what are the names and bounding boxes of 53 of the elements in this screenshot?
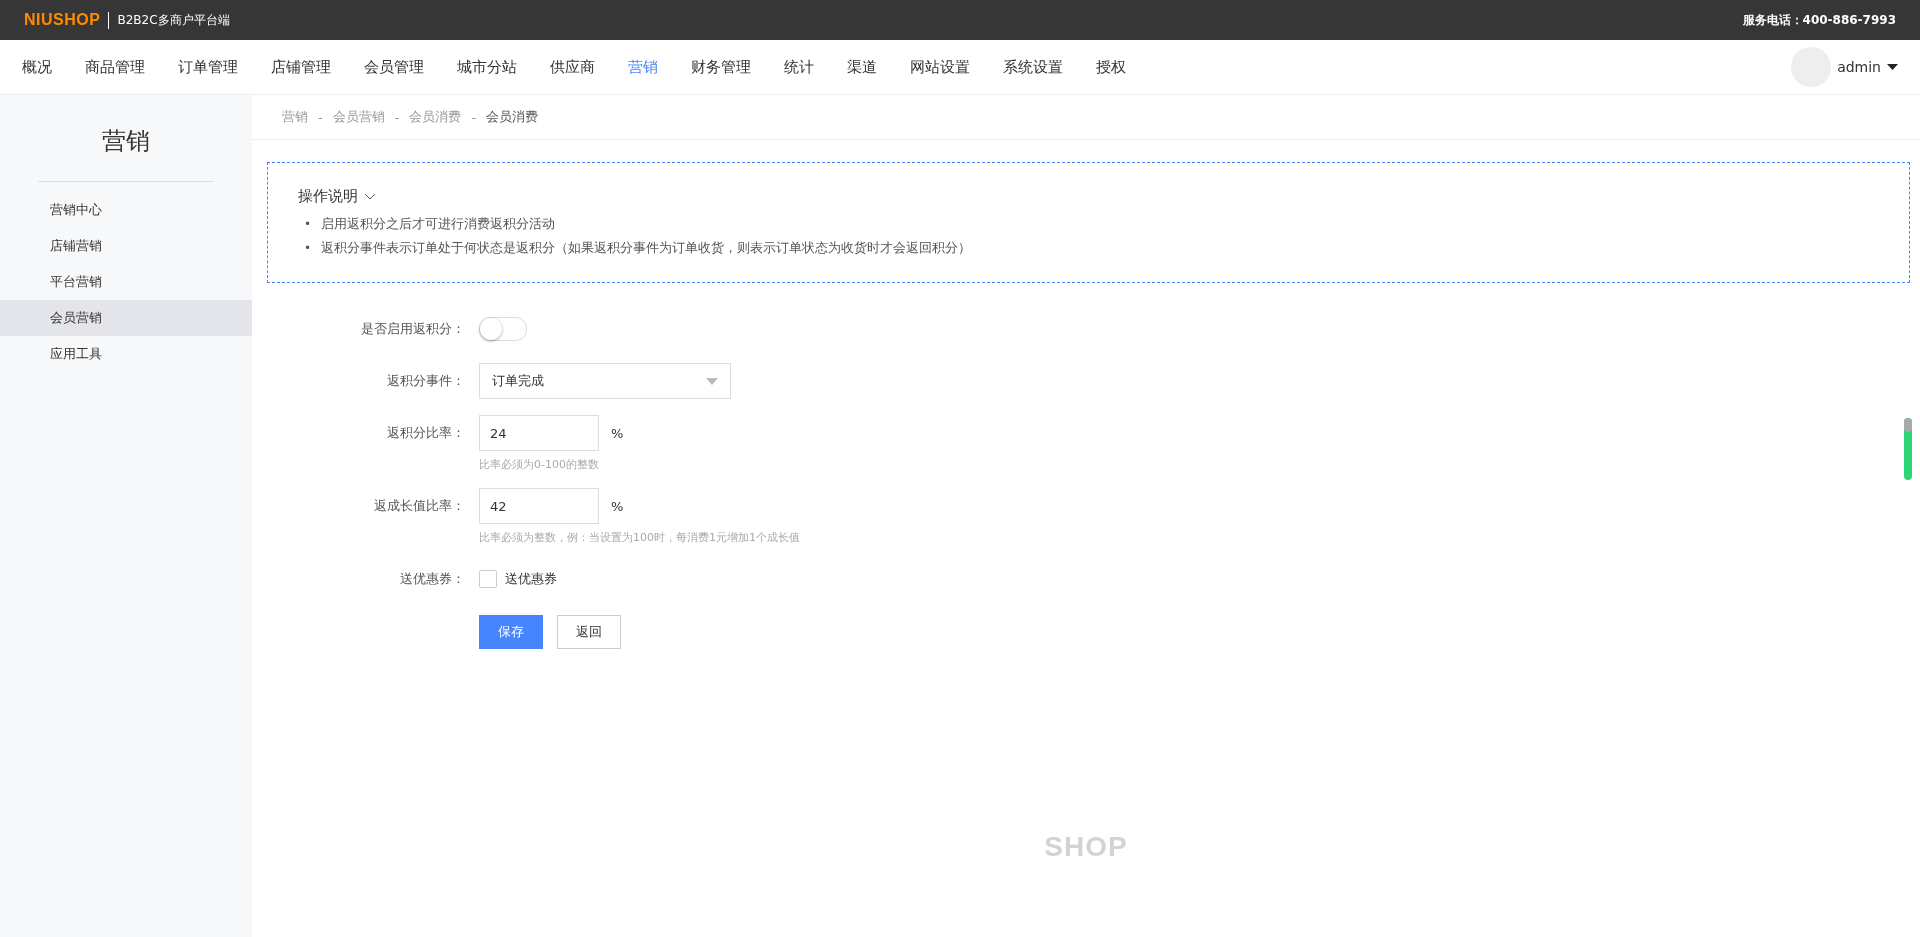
scroll-widget-drawing[interactable] [1904, 418, 1912, 480]
toggle-switch[interactable] [479, 317, 527, 341]
form-label: 是否启用返积分： [360, 320, 466, 338]
nav-item[interactable]: 营销 [628, 57, 658, 77]
breadcrumb-separator: - [318, 109, 323, 125]
nav-item[interactable]: 统计 [784, 57, 814, 77]
sidebar-item[interactable]: 应用工具 [0, 336, 252, 372]
notice-item: 返积分事件表示订单处于何状态是返积分（如果返积分事件为订单收货，则表示订单状态为收货时才会返回积分） [321, 239, 972, 257]
form-label: 返成长值比率： [373, 497, 466, 515]
select-field[interactable]: 订单完成 [479, 363, 731, 399]
logo: NIUSHOP [24, 11, 101, 29]
nav-item[interactable]: 授权 [1096, 57, 1126, 77]
checkbox[interactable] [479, 570, 497, 588]
breadcrumb-separator: - [471, 109, 477, 125]
nav-item[interactable]: 网站设置 [910, 57, 970, 77]
nav-item[interactable]: 供应商 [550, 57, 595, 77]
form-label: 送优惠券： [399, 570, 466, 588]
notice-title[interactable]: 操作说明 [298, 187, 358, 206]
input-field[interactable]: 42 [479, 488, 599, 524]
hint-text: 比率必须为整数，例：当设置为100时，每消费1元增加1个成长值 [479, 530, 800, 545]
sidebar-item[interactable]: 营销中心 [0, 192, 252, 228]
notice-item: 启用返积分之后才可进行消费返积分活动 [321, 215, 556, 233]
breadcrumb-separator: - [394, 109, 400, 125]
hint-text: 比率必须为0-100的整数 [479, 457, 600, 472]
unit-label: % [611, 425, 624, 441]
bullet: • [304, 216, 312, 232]
caret-icon[interactable] [1887, 64, 1898, 70]
nav-item[interactable]: 商品管理 [85, 57, 145, 77]
sidebar-item[interactable]: 平台营销 [0, 264, 252, 300]
checkbox-label: 送优惠券 [505, 570, 557, 588]
user-name[interactable]: admin [1837, 59, 1881, 75]
nav-item[interactable]: 订单管理 [178, 57, 238, 77]
nav-item[interactable]: 概况 [22, 57, 52, 77]
nav-item[interactable]: 城市分站 [457, 57, 517, 77]
breadcrumb-link[interactable]: 会员消费 [486, 108, 539, 126]
nav-item[interactable]: 店铺管理 [271, 57, 331, 77]
chevron-icon[interactable] [364, 193, 376, 200]
sidebar-item[interactable]: 店铺营销 [0, 228, 252, 264]
sidebar-item[interactable]: 会员营销 [0, 300, 252, 336]
caret-icon [706, 377, 718, 385]
unit-label: % [611, 498, 624, 514]
form-label: 返积分事件： [386, 372, 466, 390]
nav-item[interactable]: 财务管理 [691, 57, 751, 77]
sidebar-title: 营销 [38, 95, 214, 182]
nav-item[interactable]: 渠道 [847, 57, 877, 77]
platform-subtitle: B2B2C多商户平台端 [108, 11, 230, 29]
nav-item[interactable]: 系统设置 [1003, 57, 1063, 77]
back-button[interactable]: 返回 [557, 615, 621, 649]
form-label: 返积分比率： [386, 424, 466, 442]
service-phone: 服务电话：400-886-7993 [1742, 11, 1896, 29]
bullet: • [304, 240, 312, 256]
input-field[interactable]: 24 [479, 415, 599, 451]
nav-item[interactable]: 会员管理 [364, 57, 424, 77]
